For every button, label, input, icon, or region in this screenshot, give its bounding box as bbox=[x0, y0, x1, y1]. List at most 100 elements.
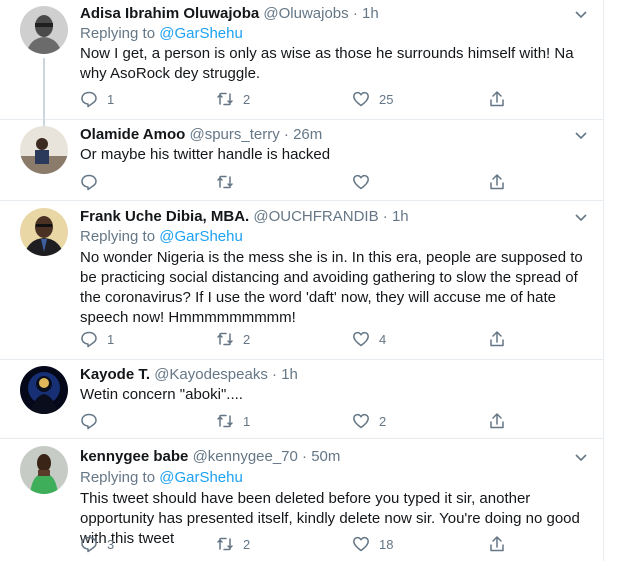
retweet-button[interactable]: 2 bbox=[216, 534, 250, 554]
avatar[interactable] bbox=[20, 446, 68, 494]
tweet-frank[interactable]: Frank Uche Dibia, MBA. @OUCHFRANDIB · 1h… bbox=[0, 201, 604, 360]
like-button[interactable]: 2 bbox=[352, 411, 386, 431]
reply-count: 1 bbox=[107, 91, 115, 107]
tweet-header: Adisa Ibrahim Oluwajoba @Oluwajobs · 1h bbox=[80, 4, 379, 24]
share-button[interactable] bbox=[488, 534, 506, 554]
avatar[interactable] bbox=[20, 208, 68, 256]
replying-to: Replying to @GarShehu bbox=[80, 24, 243, 44]
avatar-image bbox=[20, 126, 68, 174]
retweet-count: 2 bbox=[243, 536, 251, 552]
display-name[interactable]: Adisa Ibrahim Oluwajoba bbox=[80, 5, 259, 22]
display-name[interactable]: Kayode T. bbox=[80, 366, 150, 383]
replying-prefix: Replying to bbox=[80, 469, 156, 486]
timestamp[interactable]: 26m bbox=[293, 126, 322, 143]
display-name[interactable]: Frank Uche Dibia, MBA. bbox=[80, 208, 249, 225]
retweet-icon bbox=[217, 537, 233, 551]
retweet-icon bbox=[217, 332, 233, 346]
separator-dot: · bbox=[302, 448, 308, 465]
tweet-actions: 3 2 18 bbox=[80, 534, 530, 554]
timestamp[interactable]: 1h bbox=[392, 208, 409, 225]
user-handle[interactable]: @kennygee_70 bbox=[193, 448, 298, 465]
like-button[interactable]: 18 bbox=[352, 534, 393, 554]
like-count: 25 bbox=[379, 91, 394, 107]
tweet-adisa[interactable]: Adisa Ibrahim Oluwajoba @Oluwajobs · 1h … bbox=[0, 0, 604, 120]
retweet-count: 2 bbox=[243, 91, 251, 107]
tweet-actions: 1 2 bbox=[80, 411, 530, 431]
retweet-button[interactable] bbox=[216, 172, 243, 192]
tweet-text: Wetin concern "aboki".... bbox=[80, 386, 243, 403]
display-name[interactable]: kennygee babe bbox=[80, 448, 188, 465]
avatar[interactable] bbox=[20, 126, 68, 174]
share-icon bbox=[490, 91, 504, 107]
tweet-olamide[interactable]: Olamide Amoo @spurs_terry · 26m Or maybe… bbox=[0, 120, 604, 201]
user-handle[interactable]: @Oluwajobs bbox=[263, 5, 348, 22]
reply-button[interactable] bbox=[80, 411, 107, 431]
reply-button[interactable]: 1 bbox=[80, 89, 114, 109]
share-icon bbox=[490, 174, 504, 190]
tweet-kayode[interactable]: Kayode T. @Kayodespeaks · 1h Wetin conce… bbox=[0, 360, 604, 439]
share-button[interactable] bbox=[488, 411, 506, 431]
heart-icon bbox=[353, 331, 369, 347]
retweet-button[interactable]: 2 bbox=[216, 89, 250, 109]
avatar[interactable] bbox=[20, 6, 68, 54]
like-button[interactable] bbox=[352, 172, 379, 192]
reply-icon bbox=[81, 536, 97, 553]
timestamp[interactable]: 1h bbox=[281, 366, 298, 383]
timestamp[interactable]: 50m bbox=[311, 448, 340, 465]
tweet-text: No wonder Nigeria is the mess she is in.… bbox=[80, 249, 583, 326]
separator-dot: · bbox=[272, 366, 278, 383]
share-icon bbox=[490, 331, 504, 347]
thread-line bbox=[43, 58, 45, 120]
retweet-count: 1 bbox=[243, 413, 251, 429]
replying-mention[interactable]: @GarShehu bbox=[159, 228, 243, 245]
tweet-text: Now I get, a person is only as wise as t… bbox=[80, 45, 574, 82]
reply-count: 1 bbox=[107, 331, 115, 347]
reply-button[interactable]: 1 bbox=[80, 329, 114, 349]
replying-mention[interactable]: @GarShehu bbox=[159, 469, 243, 486]
share-icon bbox=[490, 536, 504, 552]
user-handle[interactable]: @spurs_terry bbox=[189, 126, 279, 143]
replying-prefix: Replying to bbox=[80, 25, 156, 42]
replying-mention[interactable]: @GarShehu bbox=[159, 25, 243, 42]
separator-dot: · bbox=[283, 126, 289, 143]
tweet-kennygee[interactable]: kennygee babe @kennygee_70 · 50m Replyin… bbox=[0, 439, 604, 561]
tweet-header: Kayode T. @Kayodespeaks · 1h bbox=[80, 365, 298, 385]
user-handle[interactable]: @OUCHFRANDIB bbox=[253, 208, 378, 225]
tweet-text: Or maybe his twitter handle is hacked bbox=[80, 146, 331, 163]
heart-icon bbox=[353, 174, 369, 190]
like-button[interactable]: 4 bbox=[352, 329, 386, 349]
retweet-button[interactable]: 1 bbox=[216, 411, 250, 431]
chevron-down-icon[interactable] bbox=[572, 448, 590, 466]
separator-dot: · bbox=[352, 5, 358, 22]
share-button[interactable] bbox=[488, 329, 506, 349]
reply-icon bbox=[81, 413, 97, 430]
like-count: 2 bbox=[379, 413, 387, 429]
heart-icon bbox=[353, 91, 369, 107]
retweet-button[interactable]: 2 bbox=[216, 329, 250, 349]
share-button[interactable] bbox=[488, 172, 506, 192]
user-handle[interactable]: @Kayodespeaks bbox=[154, 366, 268, 383]
like-button[interactable]: 25 bbox=[352, 89, 393, 109]
chevron-down-icon[interactable] bbox=[572, 126, 590, 144]
reply-count: 3 bbox=[107, 536, 115, 552]
timestamp[interactable]: 1h bbox=[362, 5, 379, 22]
retweet-count: 2 bbox=[243, 331, 251, 347]
display-name[interactable]: Olamide Amoo bbox=[80, 126, 185, 143]
heart-icon bbox=[353, 536, 369, 552]
reply-button[interactable]: 3 bbox=[80, 534, 114, 554]
reply-icon bbox=[81, 91, 97, 108]
reply-button[interactable] bbox=[80, 172, 107, 192]
replying-to: Replying to @GarShehu bbox=[80, 227, 243, 247]
retweet-icon bbox=[217, 92, 233, 106]
heart-icon bbox=[353, 413, 369, 429]
chevron-down-icon[interactable] bbox=[572, 5, 590, 23]
chevron-down-icon[interactable] bbox=[572, 208, 590, 226]
reply-icon bbox=[81, 331, 97, 348]
avatar[interactable] bbox=[20, 366, 68, 414]
reply-feed: Adisa Ibrahim Oluwajoba @Oluwajobs · 1h … bbox=[0, 0, 604, 561]
tweet-header: kennygee babe @kennygee_70 · 50m bbox=[80, 447, 340, 467]
replying-to: Replying to @GarShehu bbox=[80, 468, 243, 488]
share-button[interactable] bbox=[488, 89, 506, 109]
tweet-header: Frank Uche Dibia, MBA. @OUCHFRANDIB · 1h bbox=[80, 207, 409, 227]
avatar-image bbox=[20, 6, 68, 54]
